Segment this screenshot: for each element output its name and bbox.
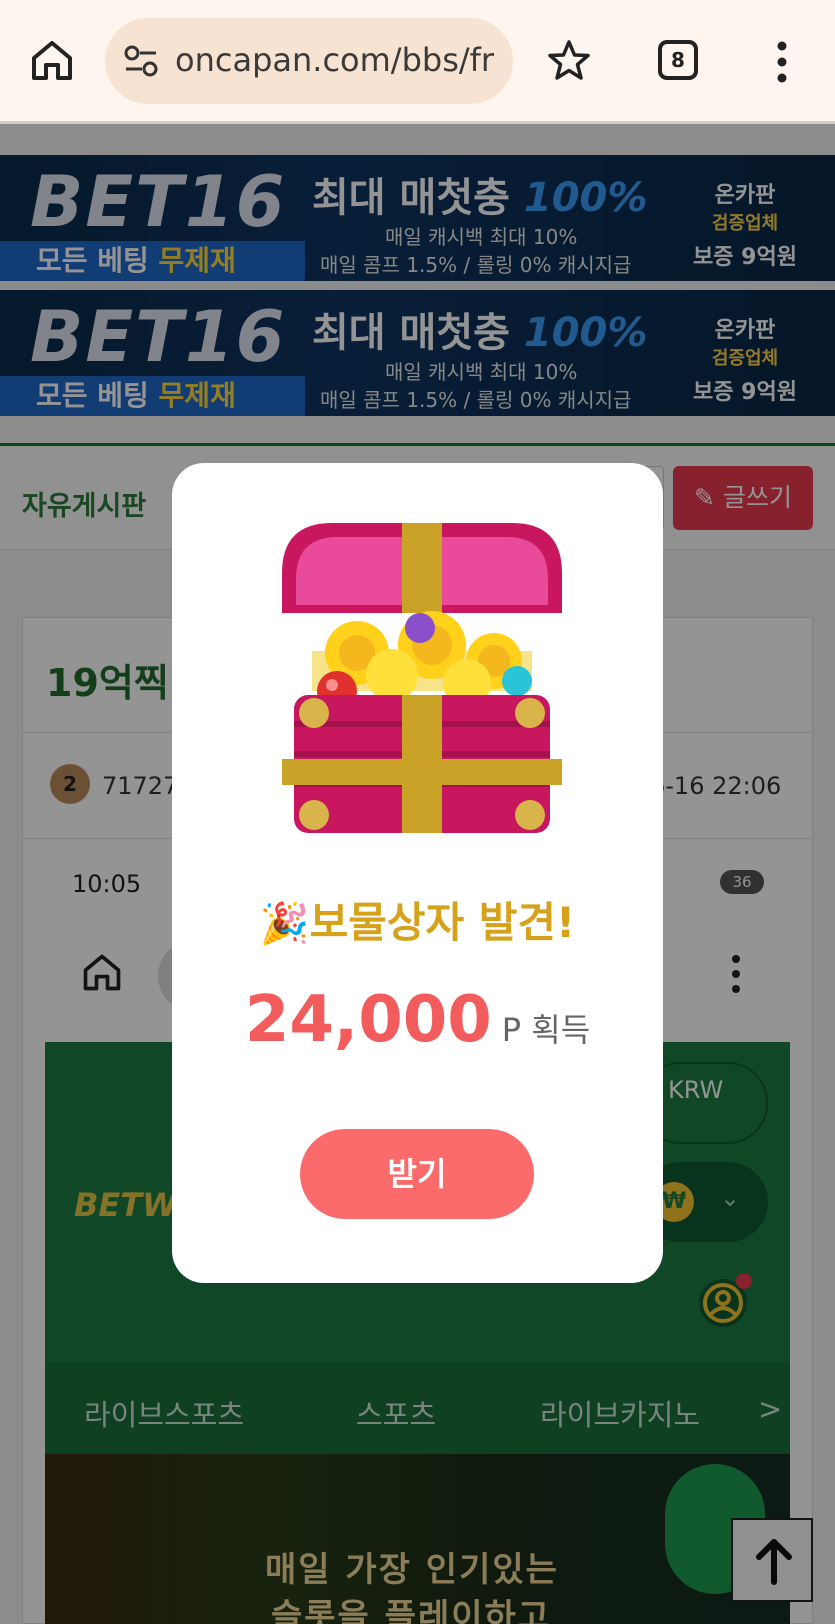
- treasure-chest-icon: [282, 523, 562, 833]
- party-popper-icon: 🎉: [259, 901, 310, 947]
- points-unit: P 획득: [501, 1011, 591, 1049]
- points-row: 24,000 P 획득: [172, 983, 663, 1057]
- more-menu-icon[interactable]: [772, 40, 792, 84]
- bookmark-star-icon[interactable]: [546, 38, 592, 84]
- address-bar[interactable]: oncapan.com/bbs/fr: [105, 18, 513, 104]
- treasure-modal: 🎉보물상자 발견! 24,000 P 획득 받기: [172, 463, 663, 1283]
- points-amount: 24,000: [244, 983, 492, 1057]
- site-settings-icon[interactable]: [123, 44, 159, 78]
- claim-button[interactable]: 받기: [300, 1129, 534, 1219]
- home-icon[interactable]: [28, 36, 76, 84]
- modal-title: 🎉보물상자 발견!: [259, 898, 576, 947]
- tab-switcher-button[interactable]: 8: [658, 40, 698, 80]
- browser-toolbar: oncapan.com/bbs/fr 8: [0, 0, 835, 124]
- url-text[interactable]: oncapan.com/bbs/fr: [175, 41, 494, 79]
